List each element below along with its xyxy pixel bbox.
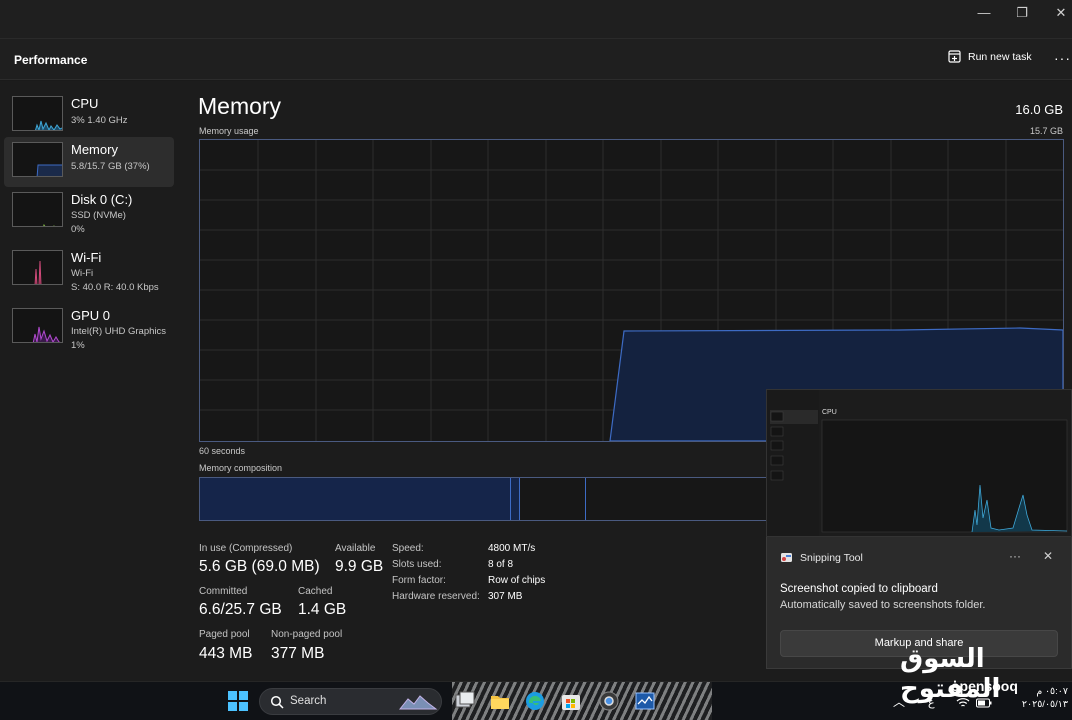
sidebar-item-memory[interactable]: Memory 5.8/15.7 GB (37%) [4, 137, 174, 187]
more-options-button[interactable]: ··· [1054, 50, 1071, 66]
run-task-icon [948, 50, 961, 63]
memory-graph-thumb [12, 142, 63, 177]
preview-title: CPU [822, 409, 837, 416]
spec-label: Slots used: [392, 559, 442, 570]
disk-graph-thumb [12, 192, 63, 227]
sidebar: CPU 3% 1.40 GHz Memory 5.8/15.7 GB (37%)… [0, 81, 180, 681]
cached-label: Cached [298, 586, 333, 597]
notification-close-button[interactable]: ✕ [1043, 549, 1053, 563]
in-use-label: In use (Compressed) [199, 543, 293, 554]
panel-title: Memory [198, 93, 282, 119]
watermark-arabic: السوق المفتوح [900, 644, 1001, 704]
search-highlight-icon [398, 695, 438, 710]
edge-browser-icon[interactable] [524, 690, 546, 712]
memory-composition-bar [199, 477, 799, 521]
committed-label: Committed [199, 586, 248, 597]
available-value: 9.9 GB [335, 558, 384, 575]
in-use-value: 5.6 GB (69.0 MB) [199, 558, 320, 575]
paged-pool-value: 443 MB [199, 645, 253, 662]
notification-more-button[interactable]: ··· [1009, 549, 1021, 563]
spec-label: Speed: [392, 543, 424, 554]
sidebar-item-gpu[interactable]: GPU 0 Intel(R) UHD Graphics 1% [4, 303, 174, 353]
page-header: Performance Run new task ··· [0, 38, 1072, 80]
sidebar-item-disk[interactable]: Disk 0 (C:) SSD (NVMe) 0% [4, 187, 174, 237]
search-icon [270, 695, 284, 709]
sidebar-item-label: Wi-Fi [71, 250, 102, 265]
composition-label: Memory composition [199, 463, 283, 473]
sidebar-item-label: CPU [71, 96, 99, 111]
screenshot-preview[interactable]: CPU [766, 389, 1072, 537]
run-new-task-button[interactable]: Run new task [948, 50, 1032, 63]
notification-heading: Screenshot copied to clipboard [780, 583, 938, 595]
sidebar-item-detail: Wi-Fi [71, 268, 94, 279]
notification-body: Automatically saved to screenshots folde… [780, 599, 986, 611]
usage-label: Memory usage [199, 126, 259, 136]
spec-value: 8 of 8 [488, 559, 514, 570]
composition-in-use [200, 478, 511, 520]
paged-pool-label: Paged pool [199, 629, 250, 640]
sidebar-item-detail: Intel(R) UHD Graphics [71, 326, 167, 337]
gpu-graph-thumb [12, 308, 63, 343]
wifi-graph-thumb [12, 250, 63, 285]
task-view-icon[interactable] [454, 690, 476, 712]
spec-label: Hardware reserved: [392, 591, 480, 602]
spec-label: Form factor: [392, 575, 446, 586]
page-title: Performance [14, 53, 88, 67]
run-task-label: Run new task [968, 50, 1032, 63]
usage-max: 15.7 GB [1029, 126, 1063, 136]
close-button[interactable]: ✕ [1040, 2, 1072, 26]
taskbar-search[interactable]: Search [259, 688, 442, 715]
window-title-bar: — ❐ ✕ [0, 0, 1072, 38]
notification-app-name: Snipping Tool [800, 552, 863, 564]
minimize-button[interactable]: — [963, 2, 1005, 26]
sidebar-item-detail: SSD (NVMe) [71, 210, 126, 221]
watermark-latin: opensooq [951, 678, 1018, 694]
memory-total: 16.0 GB [1015, 102, 1063, 117]
sidebar-item-detail: 1% [71, 340, 85, 351]
snipping-tool-icon [781, 553, 792, 562]
microsoft-store-icon[interactable] [560, 690, 582, 712]
composition-modified [511, 478, 520, 520]
restore-button[interactable]: ❐ [1001, 2, 1043, 26]
sidebar-item-detail: 5.8/15.7 GB (37%) [71, 161, 150, 172]
file-explorer-icon[interactable] [489, 690, 511, 712]
spec-value: 4800 MT/s [488, 543, 536, 554]
committed-value: 6.6/25.7 GB [199, 601, 282, 618]
sidebar-item-wifi[interactable]: Wi-Fi Wi-Fi S: 40.0 R: 40.0 Kbps [4, 245, 174, 295]
spec-value: 307 MB [488, 591, 523, 602]
sidebar-item-detail: S: 40.0 R: 40.0 Kbps [71, 282, 159, 293]
task-manager-icon[interactable] [634, 690, 656, 712]
sidebar-item-detail: 3% 1.40 GHz [71, 115, 128, 126]
sidebar-item-detail: 0% [71, 224, 85, 235]
chrome-browser-icon[interactable] [598, 690, 620, 712]
nonpaged-pool-value: 377 MB [271, 645, 325, 662]
windows-start-icon[interactable] [227, 690, 249, 712]
sidebar-item-label: GPU 0 [71, 308, 111, 323]
sidebar-item-label: Disk 0 (C:) [71, 192, 133, 207]
composition-standby [520, 478, 586, 520]
time-axis-label: 60 seconds [199, 446, 246, 456]
available-label: Available [335, 543, 376, 554]
sidebar-item-label: Memory [71, 142, 118, 157]
search-placeholder: Search [290, 695, 327, 707]
nonpaged-pool-label: Non-paged pool [271, 629, 343, 640]
spec-value: Row of chips [488, 575, 546, 586]
cpu-graph-thumb [12, 96, 63, 131]
sidebar-item-cpu[interactable]: CPU 3% 1.40 GHz [4, 91, 174, 141]
cached-value: 1.4 GB [298, 601, 347, 618]
